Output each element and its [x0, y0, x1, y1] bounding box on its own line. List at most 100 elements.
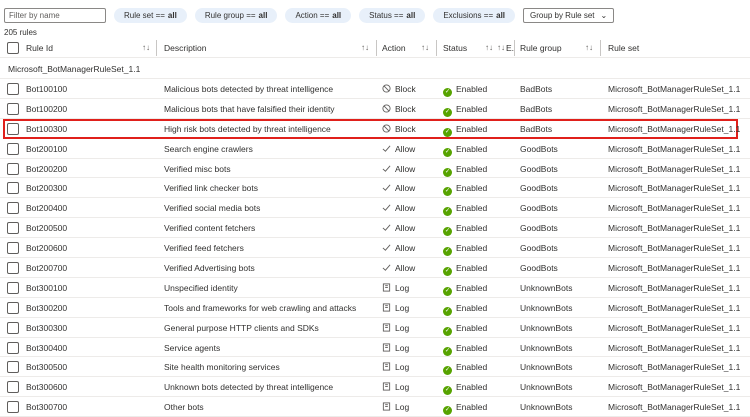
- table-row[interactable]: Bot200600 Verified feed fetchers Allow ✓…: [0, 238, 750, 259]
- column-exclusions[interactable]: E.: [506, 38, 514, 58]
- row-checkbox[interactable]: [7, 242, 19, 255]
- row-checkbox[interactable]: [7, 401, 19, 414]
- table-row[interactable]: Bot300400 Service agents Log ✓ Enabled Un…: [0, 338, 750, 358]
- pill-label: Status ==: [369, 11, 404, 20]
- enabled-check-icon: ✓: [443, 207, 452, 217]
- column-divider[interactable]: [514, 40, 515, 56]
- table-row[interactable]: Bot100100 Malicious bots detected by thr…: [0, 79, 750, 99]
- status-label: Enabled: [456, 203, 488, 214]
- row-checkbox[interactable]: [7, 321, 19, 334]
- rule-id: Bot200200: [26, 163, 68, 174]
- select-all-checkbox[interactable]: [7, 42, 19, 54]
- column-divider[interactable]: [156, 40, 157, 56]
- rule-set-filter[interactable]: Rule set == all: [114, 8, 187, 23]
- action-label: Block: [395, 123, 416, 134]
- table-row[interactable]: Bot300200 Tools and frameworks for web c…: [0, 298, 750, 318]
- row-checkbox[interactable]: [7, 262, 19, 275]
- status-label: Enabled: [456, 84, 488, 94]
- status-filter[interactable]: Status == all: [359, 8, 426, 23]
- column-rule-set[interactable]: Rule set: [608, 38, 639, 58]
- log-icon: [382, 402, 391, 411]
- action-label: Log: [395, 362, 410, 373]
- table-row[interactable]: Bot300600 Unknown bots detected by threa…: [0, 377, 750, 398]
- row-checkbox[interactable]: [7, 122, 19, 135]
- rule-status: ✓ Enabled: [443, 178, 487, 198]
- table-row[interactable]: Bot200200 Verified misc bots Allow ✓ Enab…: [0, 159, 750, 179]
- rule-action: Allow: [382, 159, 415, 179]
- column-description[interactable]: Description: [164, 38, 207, 58]
- table-row[interactable]: Bot300300 General purpose HTTP clients a…: [0, 318, 750, 338]
- action-label: Log: [395, 342, 410, 353]
- column-divider[interactable]: [600, 40, 601, 56]
- sort-icon[interactable]: ↑↓: [585, 38, 593, 58]
- rule-action: Log: [382, 318, 409, 338]
- row-checkbox[interactable]: [7, 202, 19, 215]
- filter-by-name-input[interactable]: [4, 8, 106, 23]
- table-row[interactable]: Bot200400 Verified social media bots All…: [0, 198, 750, 219]
- pill-label: Action ==: [295, 11, 330, 20]
- row-checkbox[interactable]: [7, 341, 19, 354]
- rule-group: UnknownBots: [520, 302, 573, 313]
- column-divider[interactable]: [376, 40, 377, 56]
- sort-icon[interactable]: ↑↓: [497, 38, 505, 58]
- sort-icon[interactable]: ↑↓: [361, 38, 369, 58]
- row-checkbox[interactable]: [7, 301, 19, 314]
- status-label: Enabled: [456, 163, 488, 174]
- row-checkbox[interactable]: [7, 361, 19, 374]
- row-checkbox[interactable]: [7, 83, 19, 95]
- row-checkbox[interactable]: [7, 222, 19, 235]
- group-by-label: Group by Rule set: [530, 11, 595, 20]
- row-checkbox[interactable]: [7, 142, 19, 155]
- table-row[interactable]: Bot300500 Site health monitoring service…: [0, 357, 750, 378]
- row-checkbox[interactable]: [7, 281, 19, 294]
- rule-action: Log: [382, 377, 409, 397]
- rule-group-filter[interactable]: Rule group == all: [194, 8, 278, 23]
- rule-description: Search engine crawlers: [164, 143, 253, 154]
- table-row[interactable]: Bot200300 Verified link checker bots All…: [0, 178, 750, 199]
- pill-value: all: [258, 11, 268, 20]
- enabled-check-icon: ✓: [443, 306, 452, 316]
- sort-icon[interactable]: ↑↓: [485, 38, 493, 58]
- table-row[interactable]: Bot100200 Malicious bots that have falsi…: [0, 99, 750, 119]
- status-label: Enabled: [456, 263, 488, 274]
- log-icon: [382, 283, 391, 292]
- table-row[interactable]: Bot300100 Unspecified identity Log ✓ Enab…: [0, 278, 750, 298]
- rule-group: GoodBots: [520, 163, 558, 174]
- row-checkbox[interactable]: [7, 381, 19, 394]
- rule-group: GoodBots: [520, 263, 558, 274]
- enabled-check-icon: ✓: [443, 286, 452, 296]
- rule-set: Microsoft_BotManagerRuleSet_1.1: [608, 84, 741, 94]
- sort-icon[interactable]: ↑↓: [421, 38, 429, 58]
- status-label: Enabled: [456, 342, 488, 353]
- table-row[interactable]: Bot200700 Verified Advertising bots Allo…: [0, 258, 750, 278]
- action-label: Log: [395, 282, 410, 293]
- exclusions-filter[interactable]: Exclusions == all: [433, 8, 516, 23]
- sort-icon[interactable]: ↑↓: [142, 38, 150, 58]
- row-checkbox[interactable]: [7, 182, 19, 195]
- table-row[interactable]: Bot200100 Search engine crawlers Allow ✓…: [0, 139, 750, 159]
- action-filter[interactable]: Action == all: [285, 8, 352, 23]
- group-by-dropdown[interactable]: Group by Rule set ⌄: [523, 8, 615, 23]
- rule-status: ✓ Enabled: [443, 357, 487, 377]
- column-status[interactable]: Status: [443, 38, 467, 58]
- column-divider[interactable]: [436, 40, 437, 56]
- table-row[interactable]: Bot200500 Verified content fetchers Allo…: [0, 218, 750, 239]
- column-action[interactable]: Action: [382, 38, 406, 58]
- row-checkbox[interactable]: [7, 162, 19, 175]
- rule-action: Log: [382, 357, 409, 377]
- rule-count: 205 rules: [4, 28, 37, 37]
- checkmark-icon: [382, 204, 391, 212]
- table-row-highlighted[interactable]: Bot100300 High risk bots detected by thr…: [3, 118, 740, 139]
- rule-status: ✓ Enabled: [443, 298, 487, 318]
- column-rule-group[interactable]: Rule group: [520, 38, 562, 58]
- pill-value: all: [406, 11, 416, 20]
- row-checkbox[interactable]: [7, 102, 19, 115]
- table-header: Rule Id ↑↓ Description ↑↓ Action ↑↓ Stat…: [0, 38, 750, 58]
- rule-description: General purpose HTTP clients and SDKs: [164, 322, 319, 333]
- table-row[interactable]: Bot300700 Other bots Log ✓ Enabled Unknow…: [0, 397, 750, 417]
- group-header[interactable]: Microsoft_BotManagerRuleSet_1.1: [0, 59, 750, 79]
- rule-description: Service agents: [164, 342, 221, 353]
- rule-set: Microsoft_BotManagerRuleSet_1.1: [608, 382, 741, 393]
- enabled-check-icon: ✓: [443, 147, 452, 157]
- column-rule-id[interactable]: Rule Id: [26, 38, 53, 58]
